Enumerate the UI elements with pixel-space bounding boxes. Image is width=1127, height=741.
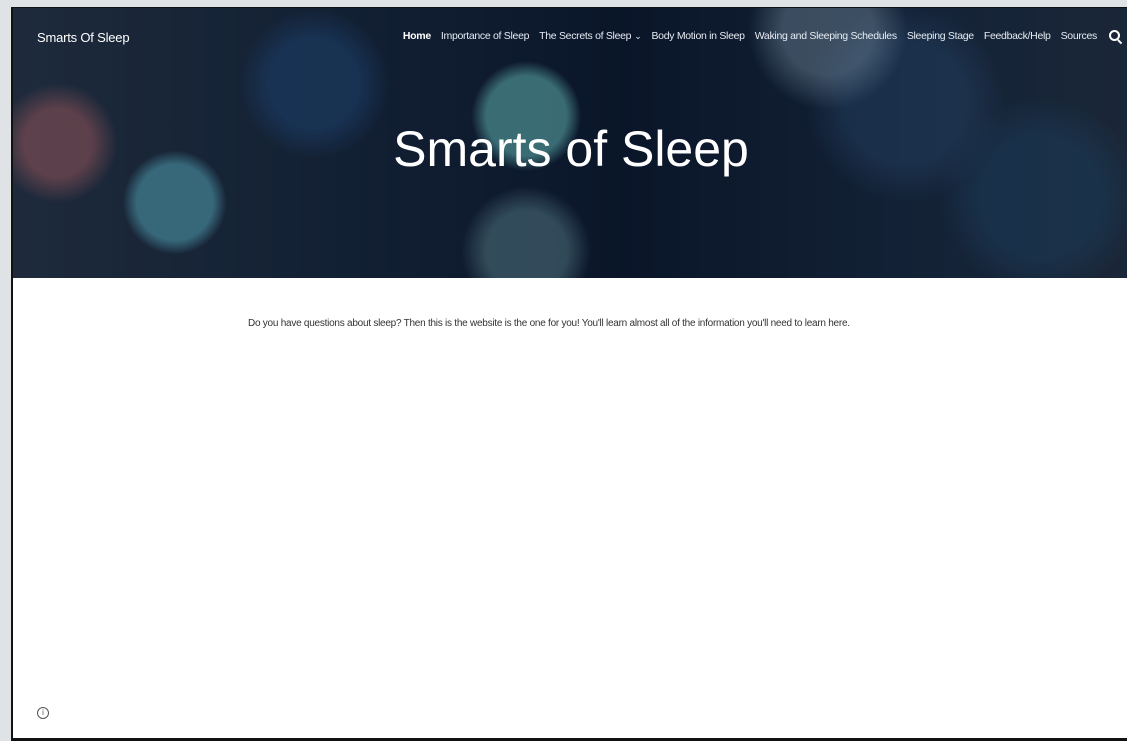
- info-icon[interactable]: i: [37, 707, 49, 719]
- screen-frame: Smarts Of Sleep Home Importance of Sleep…: [0, 0, 1127, 741]
- nav-item-secrets-label: The Secrets of Sleep: [539, 30, 632, 42]
- nav-item-sleeping-stage[interactable]: Sleeping Stage: [907, 30, 974, 42]
- nav-item-secrets-of-sleep[interactable]: The Secrets of Sleep ⌄: [539, 30, 642, 42]
- header-banner: Smarts Of Sleep Home Importance of Sleep…: [13, 8, 1127, 278]
- nav-item-home[interactable]: Home: [403, 30, 431, 42]
- hero-title: Smarts of Sleep: [393, 121, 749, 177]
- nav-item-importance-of-sleep[interactable]: Importance of Sleep: [441, 30, 530, 42]
- intro-text: Do you have questions about sleep? Then …: [248, 318, 850, 329]
- chevron-down-icon[interactable]: ⌄: [634, 31, 642, 42]
- nav-item-waking-schedules[interactable]: Waking and Sleeping Schedules: [755, 30, 897, 42]
- top-navigation: Home Importance of Sleep The Secrets of …: [393, 30, 1121, 42]
- nav-item-sources[interactable]: Sources: [1061, 30, 1098, 42]
- browser-page: Smarts Of Sleep Home Importance of Sleep…: [11, 7, 1127, 741]
- search-icon[interactable]: [1109, 30, 1121, 42]
- nav-item-body-motion[interactable]: Body Motion in Sleep: [651, 30, 745, 42]
- site-title-link[interactable]: Smarts Of Sleep: [37, 30, 130, 45]
- nav-item-feedback-help[interactable]: Feedback/Help: [984, 30, 1051, 42]
